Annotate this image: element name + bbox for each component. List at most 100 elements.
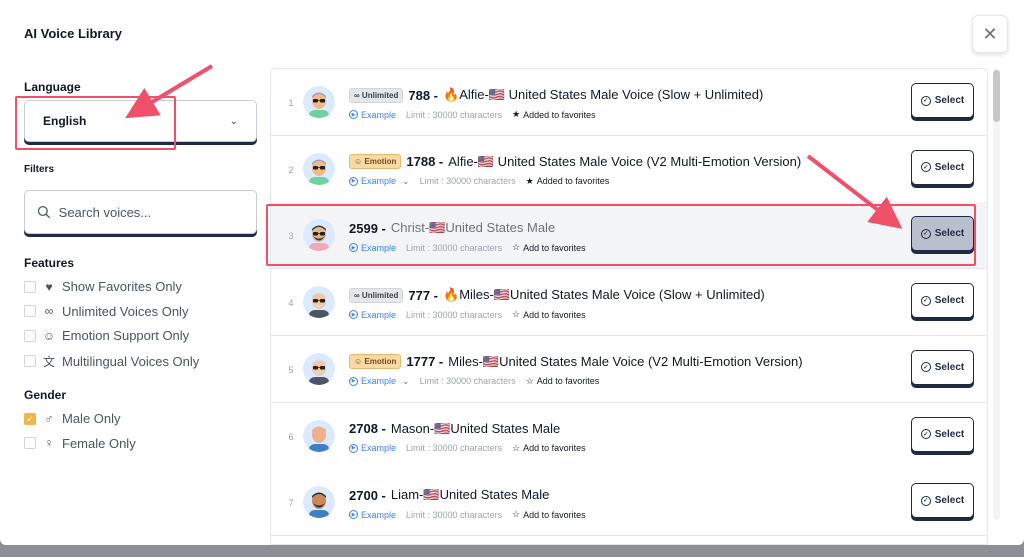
voice-row[interactable]: 7 2700 - Liam-🇺🇸United States Male ▶ Example… (271, 469, 987, 537)
checkbox[interactable] (24, 329, 36, 342)
voice-meta: ▶ Example Limit : 30000 characters ☆ Add to … (349, 509, 586, 520)
select-button[interactable]: ✓ Select (911, 283, 974, 319)
select-button[interactable]: ✓ Select (911, 149, 974, 185)
voice-meta: ▶ Example Limit : 30000 characters ☆ Add to … (349, 309, 586, 320)
example-label: Example (361, 176, 397, 187)
voice-name: Mason-🇺🇸United States Male (390, 420, 561, 436)
row-index: 1 (288, 98, 294, 108)
favorite-label: Add to favorites (523, 309, 586, 320)
example-link[interactable]: ▶ Example ⌄ (349, 176, 410, 187)
checkbox[interactable] (24, 305, 36, 317)
voice-name: 🔥Miles-🇺🇸United States Male Voice (Slow … (443, 287, 765, 303)
favorite-toggle[interactable]: ★ Added to favorites (526, 176, 610, 187)
checkbox[interactable] (24, 280, 36, 293)
example-label: Example (361, 509, 397, 520)
checkbox[interactable] (24, 355, 36, 367)
voice-row[interactable]: 2 ☺ Emotion 1788 - Alfie-🇺🇸 United States M… (271, 135, 987, 203)
male-icon: ♂ (44, 411, 54, 426)
voice-tag-badge: ☺ Emotion (349, 354, 402, 370)
select-label: Select (934, 495, 965, 507)
row-index: 6 (288, 431, 294, 442)
voice-avatar (303, 86, 335, 118)
favorite-toggle[interactable]: ☆ Add to favorites (526, 376, 600, 387)
select-button[interactable]: ✓ Select (911, 349, 974, 385)
checkbox[interactable]: ✓ (24, 412, 36, 425)
select-label: Select (934, 161, 965, 173)
star-icon: ☆ (512, 509, 521, 520)
favorite-label: Add to favorites (523, 509, 586, 520)
voice-meta: ▶ Example ⌄ Limit : 30000 characters ☆ Add to… (349, 376, 599, 387)
select-label: Select (934, 428, 965, 440)
voice-id: 2708 - (349, 421, 386, 436)
infinity-icon: ∞ (44, 304, 54, 318)
check-circle-icon: ✓ (920, 162, 931, 173)
voice-id: 777 - (408, 287, 439, 303)
voice-id: 2700 - (349, 487, 386, 503)
example-link[interactable]: ▶ Example (349, 110, 396, 120)
character-limit: Limit : 30000 characters (406, 109, 503, 120)
heart-icon: ♥ (45, 279, 53, 294)
voice-meta: ▶ Example ⌄ Limit : 30000 characters ★ Added … (349, 176, 609, 187)
features-label: Features (24, 256, 75, 270)
voice-row[interactable]: 1 ∞ Unlimited 788 - 🔥Alfie-🇺🇸 United States… (271, 69, 987, 136)
checkbox[interactable] (24, 437, 36, 449)
voice-name: Alfie-🇺🇸 United States Male Voice (V2 Mu… (448, 153, 802, 169)
filter-option-heart[interactable]: ♥ Show Favorites Only (24, 279, 182, 294)
search-box[interactable] (24, 190, 257, 234)
favorite-toggle[interactable]: ☆ Add to favorites (512, 309, 586, 320)
example-link[interactable]: ▶ Example (349, 310, 396, 320)
voice-library-modal: AI Voice Library ✕ Language English ⌄ Fi… (0, 0, 1024, 545)
example-link[interactable]: ▶ Example ⌄ (349, 376, 410, 387)
favorite-label: Added to favorites (536, 176, 610, 187)
voice-row[interactable]: 5 ☺ Emotion 1777 - Miles-🇺🇸United States Ma… (271, 335, 987, 403)
voice-row[interactable]: 6 2708 - Mason-🇺🇸United States Male ▶ Exampl… (271, 402, 987, 470)
voice-avatar (303, 419, 335, 452)
select-label: Select (934, 95, 965, 106)
favorite-label: Add to favorites (536, 376, 600, 387)
scrollbar[interactable] (993, 68, 1000, 520)
select-button[interactable]: ✓ Select (911, 483, 974, 519)
example-link[interactable]: ▶ Example (349, 443, 396, 453)
character-limit: Limit : 30000 characters (406, 509, 503, 520)
voice-name: Miles-🇺🇸United States Male Voice (V2 Mul… (448, 353, 803, 369)
voice-meta: ▶ Example Limit : 30000 characters ★ Added t… (349, 109, 596, 120)
check-circle-icon: ✓ (920, 362, 931, 373)
voice-avatar (303, 286, 335, 319)
select-button[interactable]: ✓ Select (911, 416, 974, 452)
select-button[interactable]: ✓ Select (911, 83, 974, 118)
star-icon: ★ (512, 109, 521, 119)
character-limit: Limit : 30000 characters (406, 443, 503, 453)
voice-row[interactable]: 4 ∞ Unlimited 777 - 🔥Miles-🇺🇸United States … (271, 269, 987, 337)
filter-option-male[interactable]: ✓ ♂ Male Only (24, 411, 121, 426)
row-index: 4 (288, 298, 294, 309)
example-link[interactable]: ▶ Example (349, 510, 396, 520)
play-icon: ▶ (349, 376, 358, 386)
voice-title: ☺ Emotion 1777 - Miles-🇺🇸United States Mal… (349, 354, 803, 370)
character-limit: Limit : 30000 characters (406, 309, 503, 320)
play-icon: ▶ (349, 310, 358, 320)
chevron-down-icon[interactable]: ⌄ (402, 176, 410, 187)
filter-option-smiley[interactable]: ☺ Emotion Support Only (24, 328, 189, 343)
filter-option-infinity[interactable]: ∞ Unlimited Voices Only (24, 304, 188, 319)
star-icon: ☆ (512, 442, 521, 453)
play-icon: ▶ (349, 443, 358, 453)
example-label: Example (361, 443, 397, 453)
voice-id: 788 - (408, 87, 439, 103)
filter-option-female[interactable]: ♀ Female Only (24, 436, 136, 451)
favorite-toggle[interactable]: ★ Added to favorites (512, 109, 596, 120)
search-input[interactable] (58, 204, 244, 220)
filter-option-translate[interactable]: 文 Multilingual Voices Only (24, 353, 199, 370)
check-circle-icon: ✓ (920, 295, 931, 306)
chevron-down-icon[interactable]: ⌄ (402, 376, 410, 387)
close-icon: ✕ (982, 23, 998, 44)
voice-meta: ▶ Example Limit : 30000 characters ☆ Add to … (349, 443, 586, 454)
scrollbar-thumb[interactable] (993, 70, 1000, 122)
check-circle-icon: ✓ (920, 495, 931, 506)
favorite-toggle[interactable]: ☆ Add to favorites (512, 443, 586, 454)
play-icon: ▶ (349, 176, 358, 186)
voice-tag-badge: ∞ Unlimited (349, 287, 404, 303)
row-index: 5 (288, 364, 294, 375)
search-icon (37, 206, 51, 219)
close-button[interactable]: ✕ (972, 15, 1008, 53)
favorite-toggle[interactable]: ☆ Add to favorites (512, 509, 586, 520)
